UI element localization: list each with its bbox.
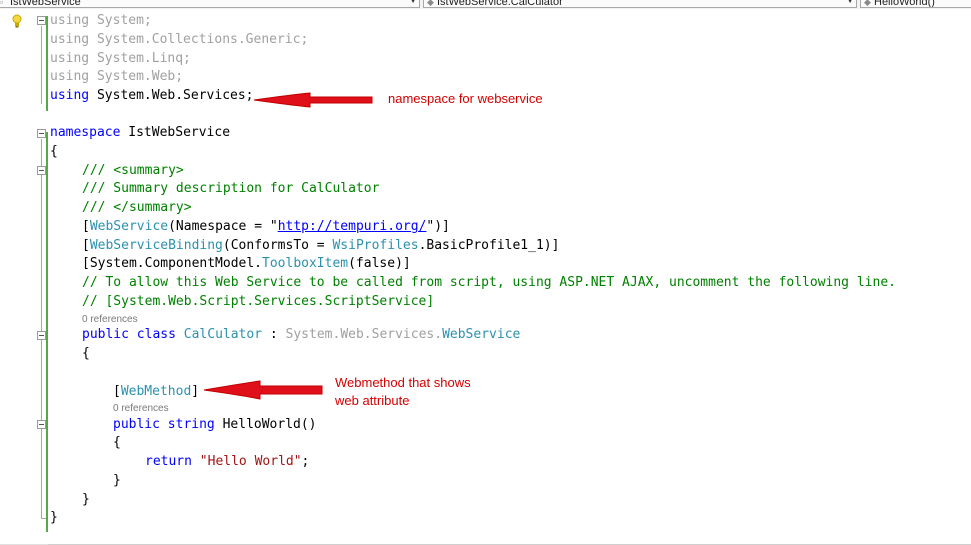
code-line-toolbox-attribute[interactable]: [System.ComponentModel.ToolboxItem(false… (82, 254, 411, 273)
code-text: [ (113, 384, 121, 399)
method-icon: ◆ (864, 0, 871, 7)
code-line-binding-attribute[interactable]: [WebServiceBinding(ConformsTo = WsiProfi… (82, 236, 559, 255)
code-line-brace[interactable]: { (113, 433, 121, 452)
keyword: public (113, 417, 160, 432)
code-line-using-web[interactable]: using System.Web; (50, 67, 183, 86)
collapse-summary-icon[interactable] (37, 166, 46, 175)
namespace-text: System.Linq; (96, 51, 191, 66)
code-text: [ (82, 219, 90, 234)
keyword: return (145, 454, 192, 469)
lightbulb-icon[interactable] (12, 14, 22, 28)
namespace-text: System; (96, 13, 152, 28)
code-text: [ (82, 238, 90, 253)
outline-line (41, 26, 42, 104)
code-line-summary-open[interactable]: /// <summary> (82, 161, 184, 180)
collapse-usings-icon[interactable] (37, 16, 46, 25)
annotation-line: web attribute (335, 393, 410, 408)
type-name: WebServiceBinding (89, 238, 223, 253)
namespace-name: IstWebService (128, 125, 231, 140)
namespace-text: System.Web.Services; (96, 88, 254, 103)
code-text: ] (191, 384, 200, 399)
keyword: using (50, 13, 90, 28)
keyword: using (50, 88, 90, 103)
annotation-line: Webmethod that shows (335, 375, 471, 390)
code-editor[interactable]: using System; using System.Collections.G… (0, 9, 971, 545)
namespace-text: System.Web; (96, 69, 184, 84)
class-dropdown-value: IstWebService.CalCulator (437, 0, 563, 8)
code-text: (Namespace = " (168, 219, 278, 234)
code-text: (false)] (348, 256, 411, 271)
class-dropdown[interactable]: ◆ IstWebService.CalCulator ▼ (423, 0, 857, 8)
keyword: using (50, 51, 90, 66)
annotation-namespace-note: namespace for webservice (388, 91, 543, 106)
keyword: string (167, 417, 215, 432)
code-line-method-declaration[interactable]: public string HelloWorld() (113, 415, 317, 434)
red-arrow-icon (253, 92, 373, 108)
code-text: .BasicProfile1_1)] (418, 238, 560, 253)
method-references-codelens[interactable]: 0 references (113, 403, 169, 415)
class-name: CalCulator (183, 327, 263, 342)
collapse-method-icon[interactable] (37, 420, 46, 429)
chevron-down-icon: ▼ (409, 0, 417, 5)
code-line-comment[interactable]: // To allow this Web Service to be calle… (82, 273, 896, 292)
annotation-webmethod-note: Webmethod that shows web attribute (335, 374, 471, 410)
method-name: HelloWorld() (222, 417, 317, 432)
outline-line (41, 139, 42, 519)
namespace-url-link[interactable]: http://tempuri.org/ (278, 219, 427, 234)
code-line-return[interactable]: return "Hello World"; (145, 452, 309, 471)
code-line-namespace[interactable]: namespace IstWebService (50, 123, 230, 142)
string-literal: "Hello World" (199, 454, 302, 469)
change-tracking-bar (46, 16, 48, 111)
code-line-class-declaration[interactable]: public class CalCulator : System.Web.Ser… (82, 325, 520, 344)
keyword: namespace (50, 125, 121, 140)
code-text: [System.ComponentModel. (82, 256, 263, 271)
chevron-down-icon: ▼ (846, 0, 854, 5)
red-arrow-icon (203, 380, 323, 400)
navigation-bar: ▫ IstWebService ▼ ◆ IstWebService.CalCulat… (0, 0, 971, 9)
type-name: WsiProfiles (332, 238, 419, 253)
type-name: ToolboxItem (262, 256, 349, 271)
change-tracking-bar (46, 132, 48, 532)
collapse-namespace-icon[interactable] (37, 129, 46, 138)
code-text: : (262, 327, 286, 342)
code-line-using-linq[interactable]: using System.Linq; (50, 49, 191, 68)
base-namespace: System.Web.Services. (285, 327, 443, 342)
code-line-brace[interactable]: } (82, 490, 90, 509)
member-dropdown-value: HelloWorld() (874, 0, 935, 8)
code-line-using-system[interactable]: using System; (50, 11, 152, 30)
base-class-name: WebService (442, 327, 521, 342)
code-text: ; (301, 454, 310, 469)
csharp-project-icon: ▫ (0, 0, 4, 7)
class-icon: ◆ (427, 0, 434, 7)
code-line-webservice-attribute[interactable]: [WebService(Namespace = "http://tempuri.… (82, 217, 450, 236)
member-dropdown[interactable]: ◆ HelloWorld() (860, 0, 971, 8)
code-text: (ConformsTo = (222, 238, 333, 253)
code-line-webmethod-attribute[interactable]: [WebMethod] (113, 382, 199, 401)
type-name: WebService (89, 219, 169, 234)
code-text: ")] (426, 219, 450, 234)
code-line-summary-close[interactable]: /// </summary> (82, 198, 192, 217)
code-line-brace[interactable]: { (82, 344, 90, 363)
keyword: public (82, 327, 129, 342)
keyword: class (136, 327, 176, 342)
code-line-summary-desc[interactable]: /// Summary description for CalCulator (82, 179, 379, 198)
project-dropdown[interactable]: ▫ IstWebService ▼ (0, 0, 420, 8)
keyword: using (50, 32, 90, 47)
namespace-text: System.Collections.Generic; (96, 32, 309, 47)
code-line-comment[interactable]: // [System.Web.Script.Services.ScriptSer… (82, 292, 434, 311)
type-name: WebMethod (120, 384, 192, 399)
code-line-using-web-services[interactable]: using System.Web.Services; (50, 86, 254, 105)
code-line-using-collections[interactable]: using System.Collections.Generic; (50, 30, 308, 49)
code-line-brace[interactable]: } (50, 508, 58, 527)
code-line-brace[interactable]: { (50, 142, 58, 161)
code-line-brace[interactable]: } (113, 471, 121, 490)
collapse-class-icon[interactable] (37, 331, 46, 340)
project-dropdown-value: IstWebService (10, 0, 81, 8)
keyword: using (50, 69, 90, 84)
